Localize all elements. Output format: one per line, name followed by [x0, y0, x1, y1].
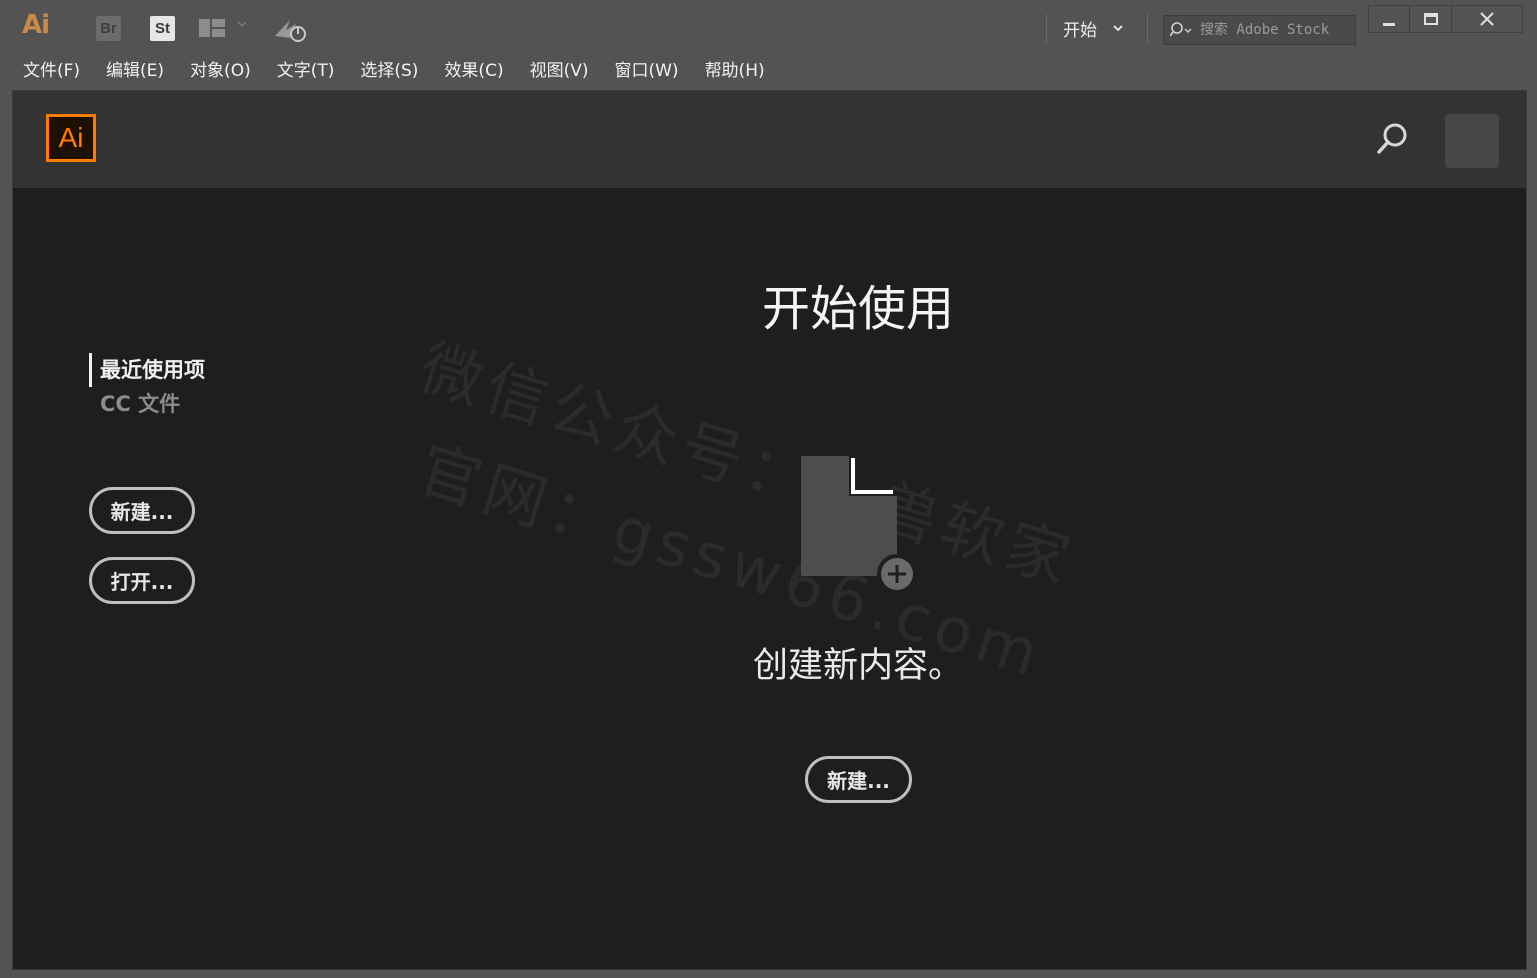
stock-icon[interactable]: St: [150, 16, 175, 41]
maximize-icon: [1423, 13, 1438, 25]
chevron-down-icon[interactable]: [235, 17, 249, 31]
menu-effect[interactable]: 效果(C): [431, 56, 516, 86]
menu-view[interactable]: 视图(V): [517, 56, 602, 86]
avatar[interactable]: [1445, 114, 1499, 168]
layout-icon[interactable]: [199, 19, 225, 37]
divider: [1046, 14, 1047, 44]
window-controls: [1368, 5, 1523, 33]
close-icon: [1480, 12, 1494, 26]
maximize-button[interactable]: [1410, 6, 1452, 32]
side-nav: 最近使用项 CC 文件: [89, 353, 205, 421]
sync-icon[interactable]: [272, 14, 308, 44]
nav-cc-files[interactable]: CC 文件: [89, 387, 205, 421]
stock-search-input[interactable]: [1200, 22, 1350, 38]
menu-bar: 文件(F) 编辑(E) 对象(O) 文字(T) 选择(S) 效果(C) 视图(V…: [10, 54, 778, 88]
open-button[interactable]: 打开...: [89, 557, 195, 604]
menu-select[interactable]: 选择(S): [347, 56, 431, 86]
app-window: Ai Br St 开始 搜索 Adobe Stock 文件(F) 编辑(E) 对…: [0, 0, 1537, 978]
doc-add-icon: [801, 456, 917, 594]
menu-help[interactable]: 帮助(H): [692, 56, 778, 86]
new-button[interactable]: 新建...: [89, 487, 195, 534]
menu-window[interactable]: 窗口(W): [601, 56, 691, 86]
nav-recent[interactable]: 最近使用项: [89, 353, 205, 387]
divider: [1147, 14, 1148, 44]
menu-edit[interactable]: 编辑(E): [93, 56, 177, 86]
workspace-switcher[interactable]: 开始: [1063, 14, 1125, 42]
minimize-icon: [1383, 23, 1396, 26]
illustrator-logo: Ai: [46, 114, 96, 162]
search-icon: [1170, 22, 1192, 37]
menu-file[interactable]: 文件(F): [10, 56, 93, 86]
menu-object[interactable]: 对象(O): [177, 56, 264, 86]
watermark: 微信公众号：怪兽软家 官网：gssw66.com: [338, 317, 1107, 847]
create-new-content-text: 创建新内容。: [752, 646, 963, 686]
app-logo: Ai: [22, 10, 50, 40]
menu-type[interactable]: 文字(T): [264, 56, 348, 86]
bridge-icon[interactable]: Br: [96, 16, 121, 41]
page-title: 开始使用: [761, 281, 954, 337]
chevron-down-icon: [1113, 25, 1123, 32]
watermark-line-1: 微信公众号：怪兽软家: [411, 330, 1084, 600]
start-panel: Ai 微信公众号：怪兽软家 官网：gssw66.com 开始使用 最近使用项 C…: [12, 90, 1527, 970]
start-header: Ai: [13, 91, 1526, 188]
workspace-label: 开始: [1063, 20, 1097, 41]
stock-search-box[interactable]: [1163, 15, 1356, 45]
close-button[interactable]: [1452, 6, 1522, 32]
minimize-button[interactable]: [1369, 6, 1411, 32]
new-button-center[interactable]: 新建...: [805, 756, 912, 803]
title-bar: Ai Br St 开始: [0, 0, 1537, 54]
search-icon[interactable]: [1375, 121, 1411, 157]
